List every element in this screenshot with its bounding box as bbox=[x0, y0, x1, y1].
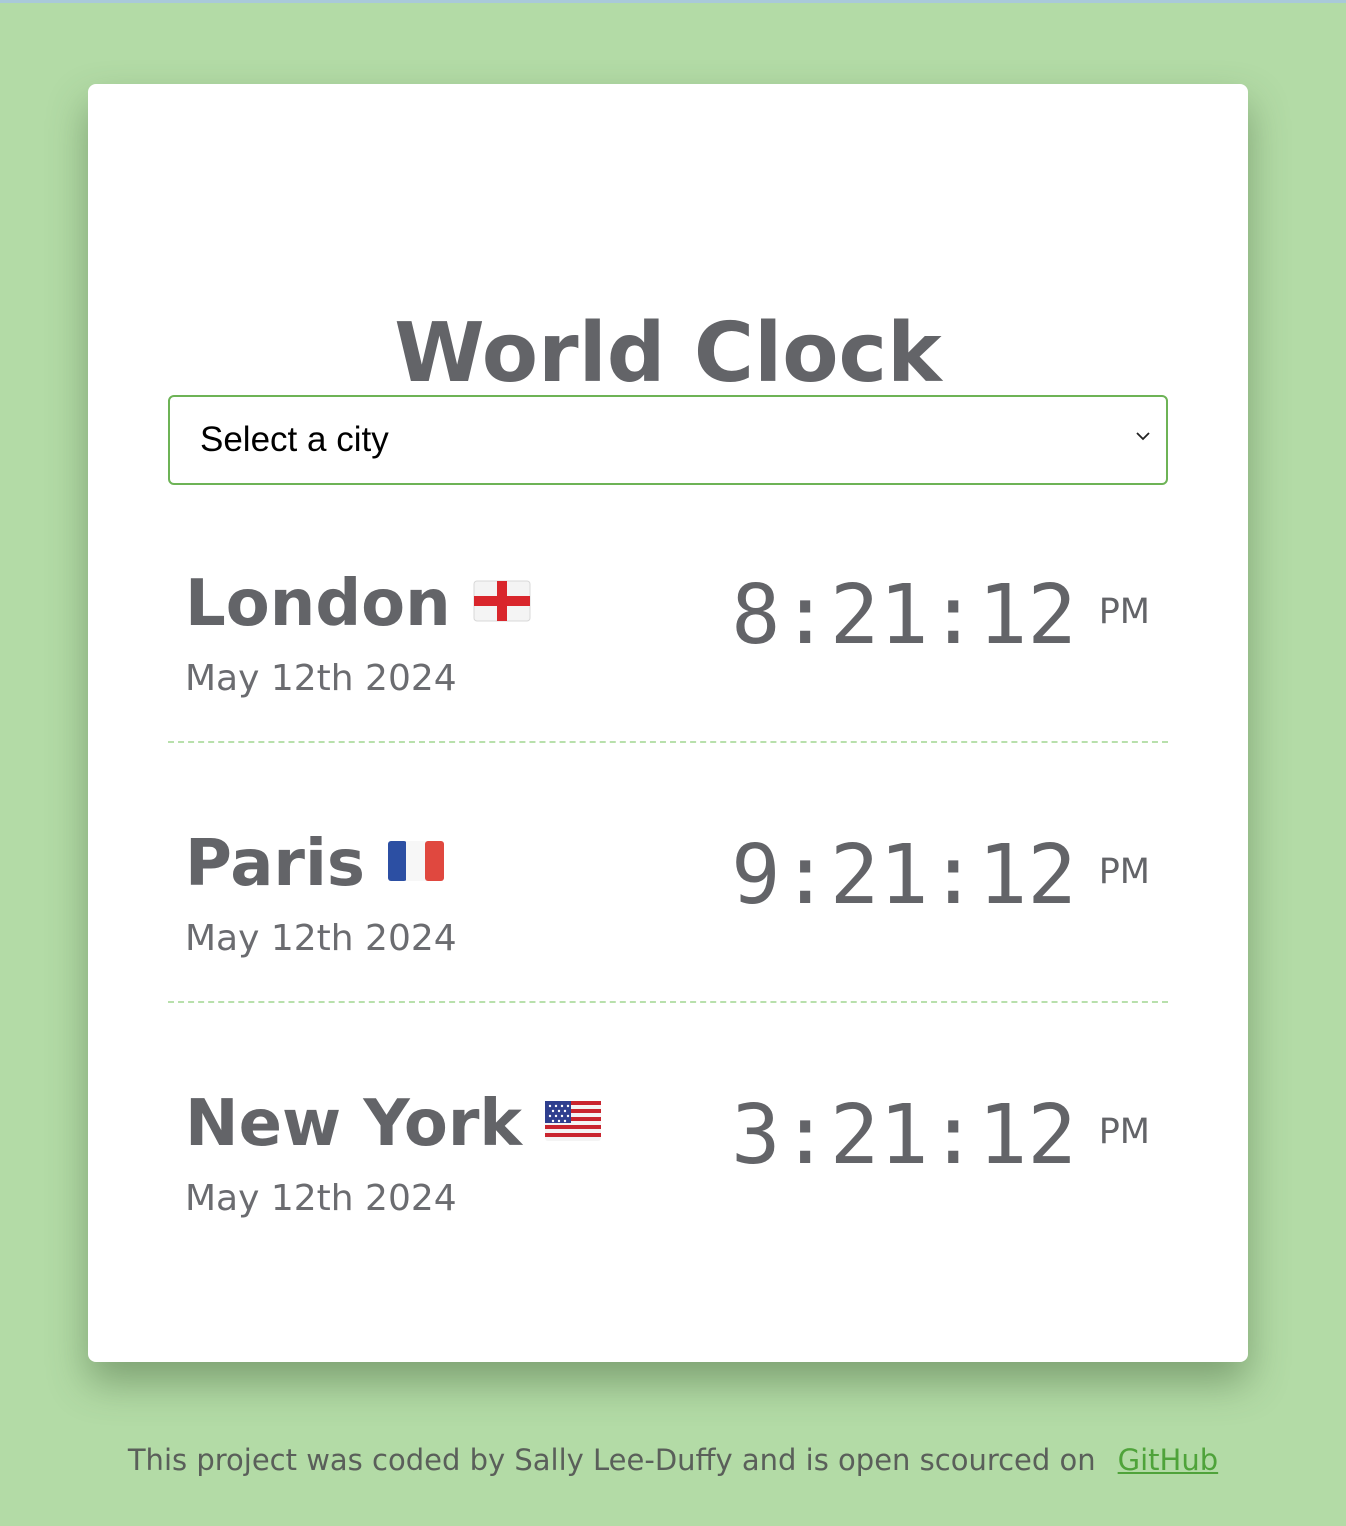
city-select-value: Select a city bbox=[200, 420, 389, 459]
city-name: London bbox=[185, 568, 531, 640]
time-value: 3:21:12 bbox=[731, 1088, 1077, 1183]
top-border bbox=[0, 0, 1346, 3]
city-row-paris: Paris May 12th 2024 9:21:12 PM bbox=[168, 743, 1168, 1003]
england-flag-icon bbox=[473, 580, 531, 622]
time-value: 9:21:12 bbox=[731, 828, 1077, 923]
city-time: 3:21:12 PM bbox=[731, 1086, 1150, 1186]
time-ampm: PM bbox=[1098, 852, 1150, 892]
city-name: New York bbox=[185, 1088, 602, 1160]
city-name-text: Paris bbox=[185, 827, 365, 901]
github-link[interactable]: GitHub bbox=[1118, 1443, 1219, 1477]
city-name-text: London bbox=[185, 567, 451, 641]
page-title: World Clock bbox=[394, 306, 942, 401]
france-flag-icon bbox=[387, 841, 444, 882]
city-name: Paris bbox=[185, 828, 445, 900]
city-time: 8:21:12 PM bbox=[731, 566, 1150, 666]
time-ampm: PM bbox=[1098, 592, 1150, 632]
footer: This project was coded by Sally Lee-Duff… bbox=[0, 1436, 1346, 1484]
city-date: May 12th 2024 bbox=[185, 918, 457, 959]
city-date: May 12th 2024 bbox=[185, 658, 457, 699]
time-ampm: PM bbox=[1098, 1112, 1150, 1152]
world-clock-card: World Clock Select a city London May 12t… bbox=[88, 84, 1248, 1362]
city-time: 9:21:12 PM bbox=[731, 826, 1150, 926]
city-select-dropdown[interactable]: Select a city bbox=[168, 395, 1168, 485]
city-name-text: New York bbox=[185, 1087, 522, 1161]
chevron-down-icon bbox=[1136, 432, 1150, 441]
footer-text: This project was coded by Sally Lee-Duff… bbox=[127, 1443, 1096, 1477]
city-date: May 12th 2024 bbox=[185, 1178, 457, 1219]
city-row-new-york: New York May 12th 2024 3:21:12 PM bbox=[168, 1003, 1168, 1263]
usa-flag-icon bbox=[544, 1101, 601, 1142]
time-value: 8:21:12 bbox=[731, 568, 1077, 663]
city-row-london: London May 12th 2024 8:21:12 PM bbox=[168, 483, 1168, 743]
